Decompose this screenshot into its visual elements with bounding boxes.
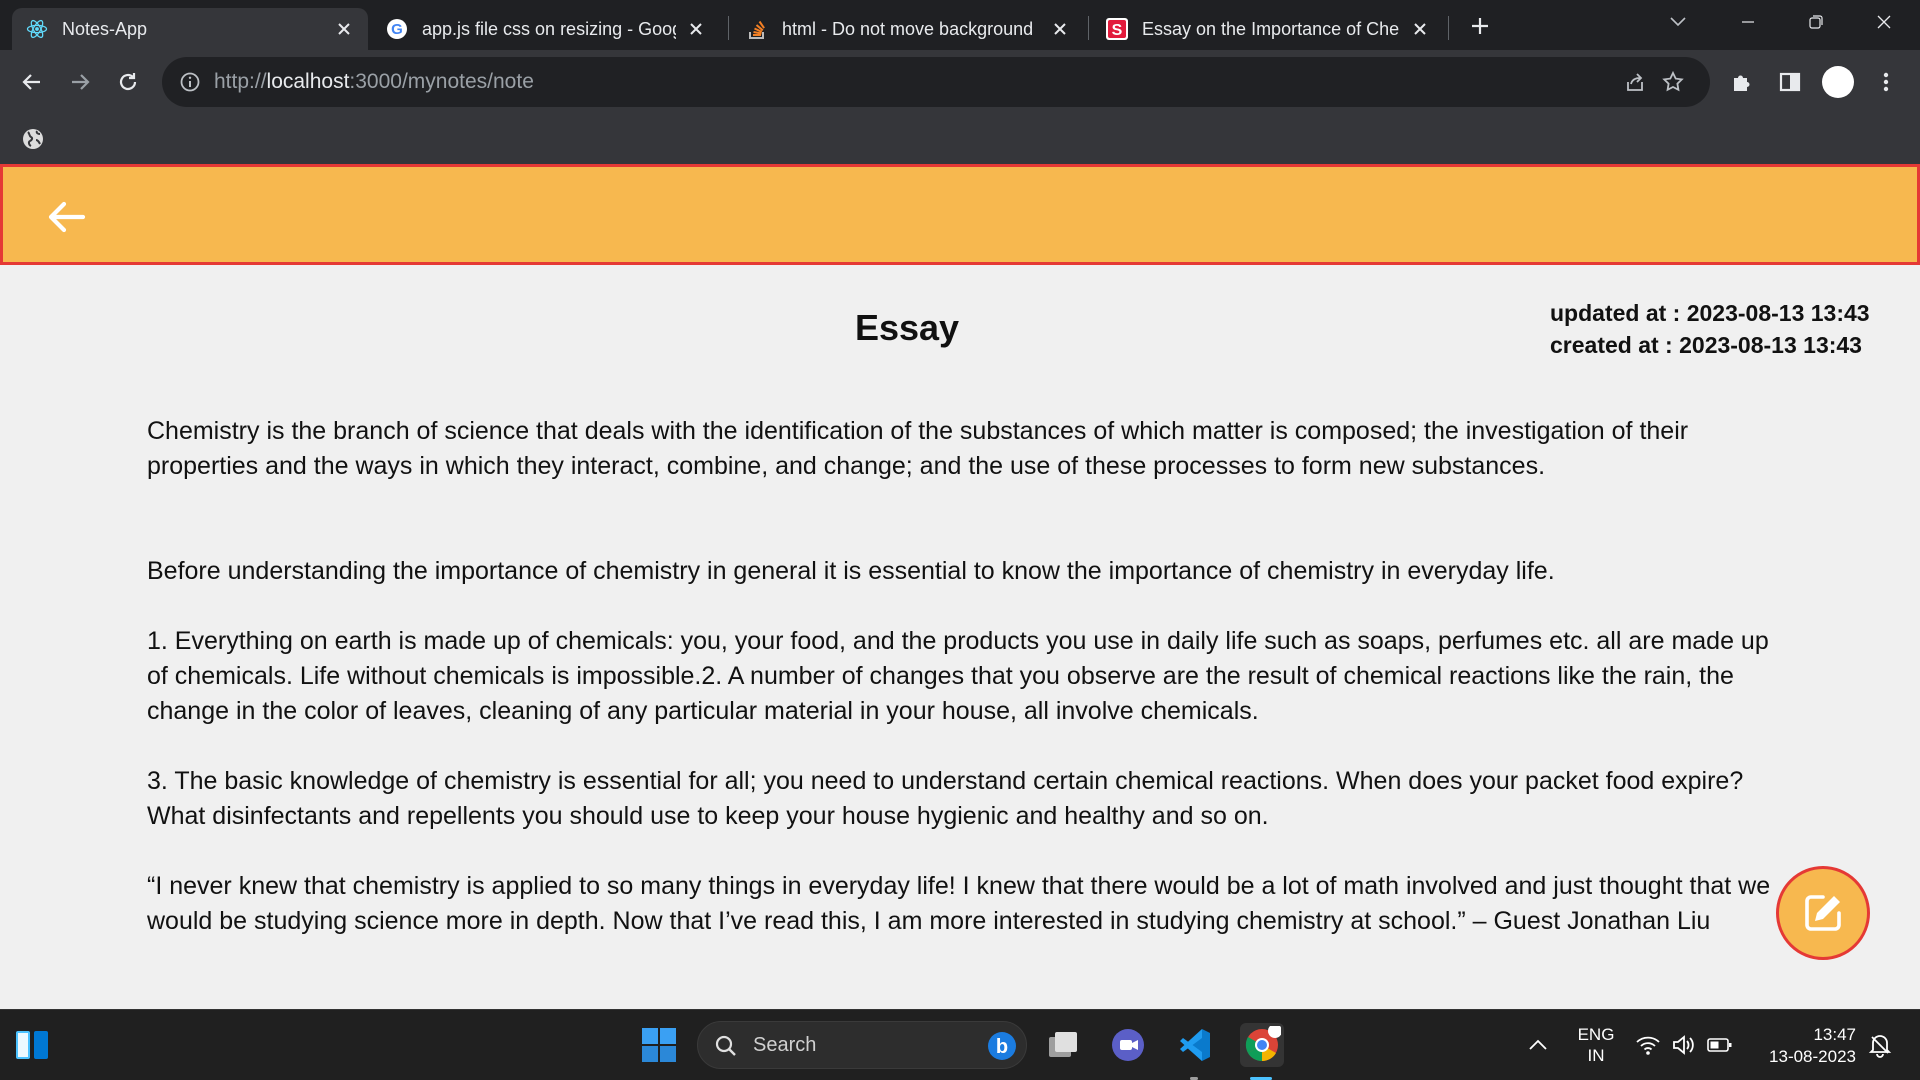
tab-notes-app[interactable]: Notes-App	[12, 8, 368, 50]
tab-essay[interactable]: S Essay on the Importance of Chem	[1092, 8, 1444, 50]
notification-bell-icon	[1868, 1035, 1892, 1058]
new-tab-button[interactable]	[1464, 10, 1496, 42]
tab-separator	[1448, 16, 1449, 40]
plus-icon	[1472, 18, 1488, 34]
restore-icon	[1809, 15, 1823, 29]
stackoverflow-icon	[746, 18, 768, 40]
start-button[interactable]	[637, 1023, 681, 1067]
edit-note-button[interactable]	[1776, 866, 1870, 960]
note-paragraph: Chemistry is the branch of science that …	[147, 417, 1689, 480]
back-button[interactable]	[43, 197, 89, 237]
profile-avatar[interactable]	[1822, 66, 1854, 98]
browser-toolbar: http://localhost:3000/mynotes/note	[0, 50, 1920, 114]
created-at: created at : 2023-08-13 13:43	[1550, 332, 1862, 358]
tab-separator	[1088, 16, 1089, 40]
restore-button[interactable]	[1786, 0, 1846, 44]
svg-text:b: b	[996, 1036, 1008, 1058]
puzzle-icon	[1734, 75, 1750, 91]
chrome-icon	[1245, 1026, 1281, 1062]
close-icon	[1877, 15, 1891, 29]
task-view-icon	[1049, 1032, 1077, 1057]
extensions-button[interactable]	[1724, 64, 1760, 100]
clock[interactable]: 13:47 13-08-2023	[1752, 1024, 1856, 1068]
svg-text:G: G	[391, 21, 403, 38]
chevron-down-icon	[1670, 17, 1686, 27]
side-panel-icon	[1779, 72, 1801, 92]
teams-chat-button[interactable]	[1106, 1023, 1150, 1067]
updated-at: updated at : 2023-08-13 13:43	[1550, 300, 1870, 326]
search-label: Search	[753, 1034, 817, 1056]
tab-google-search[interactable]: G app.js file css on resizing - Googl	[372, 8, 720, 50]
bookmark-star-button[interactable]	[1660, 69, 1686, 95]
chrome-button[interactable]	[1240, 1023, 1284, 1067]
search-icon	[715, 1035, 736, 1056]
taskbar: Search b ENG IN 13:47 13-08-2023	[0, 1009, 1920, 1080]
reload-button[interactable]	[110, 64, 146, 100]
share-icon	[1627, 73, 1643, 91]
forward-nav-button[interactable]	[62, 64, 98, 100]
back-nav-button[interactable]	[14, 64, 50, 100]
tab-title: html - Do not move background	[782, 18, 1034, 39]
address-bar[interactable]: http://localhost:3000/mynotes/note	[162, 57, 1710, 107]
side-panel-button[interactable]	[1772, 64, 1808, 100]
windows-icon	[642, 1028, 676, 1062]
language-indicator[interactable]: ENG IN	[1570, 1024, 1622, 1066]
notifications-button[interactable]	[1864, 1023, 1896, 1067]
browser-menu-button[interactable]	[1868, 64, 1904, 100]
google-icon: G	[386, 18, 408, 40]
url-text[interactable]: http://localhost:3000/mynotes/note	[214, 70, 534, 94]
battery-icon[interactable]	[1704, 1023, 1736, 1067]
volume-icon[interactable]	[1668, 1023, 1700, 1067]
globe-icon[interactable]	[20, 126, 46, 152]
svg-text:S: S	[1112, 22, 1123, 39]
tab-title: Notes-App	[62, 18, 148, 39]
tray-overflow-button[interactable]	[1516, 1023, 1560, 1067]
note-paragraph: 3. The basic knowledge of chemistry is e…	[147, 767, 1744, 830]
close-tab-icon[interactable]	[1410, 19, 1430, 39]
note-timestamps: updated at : 2023-08-13 13:43 created at…	[1550, 297, 1870, 361]
taskbar-search[interactable]: Search b	[697, 1021, 1027, 1069]
note-title: Essay	[854, 307, 960, 348]
close-tab-icon[interactable]	[334, 19, 354, 39]
tab-strip: Notes-App G app.js file css on resizing …	[0, 0, 1920, 50]
close-tab-icon[interactable]	[1050, 19, 1070, 39]
minimize-button[interactable]	[1718, 0, 1778, 44]
tab-title: app.js file css on resizing - Googl	[422, 18, 676, 39]
tab-stackoverflow[interactable]: html - Do not move background	[732, 8, 1084, 50]
minimize-icon	[1742, 21, 1754, 23]
note-paragraph: 1. Everything on earth is made up of che…	[147, 627, 1769, 725]
widgets-button[interactable]	[10, 1023, 54, 1067]
react-icon	[26, 18, 48, 40]
arrow-left-icon	[22, 74, 40, 90]
tab-separator	[728, 16, 729, 40]
widgets-icon	[16, 1031, 48, 1059]
share-button[interactable]	[1622, 69, 1648, 95]
chevron-up-icon	[1529, 1039, 1547, 1050]
app-header	[0, 164, 1920, 265]
edit-icon	[1805, 895, 1841, 931]
close-window-button[interactable]	[1854, 0, 1914, 44]
chat-icon	[1112, 1029, 1144, 1061]
more-vert-icon	[1883, 72, 1889, 92]
arrow-right-icon	[72, 74, 90, 90]
info-icon[interactable]	[178, 70, 202, 94]
bing-icon: b	[988, 1032, 1016, 1060]
s-brand-icon: S	[1106, 18, 1128, 40]
note-paragraph: Before understanding the importance of c…	[147, 557, 1555, 585]
reload-icon	[119, 73, 137, 91]
vscode-button[interactable]	[1172, 1023, 1216, 1067]
task-view-button[interactable]	[1041, 1023, 1085, 1067]
bookmarks-bar	[0, 114, 1920, 164]
star-icon	[1662, 70, 1684, 92]
arrow-left-icon	[48, 201, 86, 233]
wifi-icon[interactable]	[1632, 1023, 1664, 1067]
tab-search-button[interactable]	[1648, 0, 1708, 44]
tab-title: Essay on the Importance of Chem	[1142, 18, 1400, 39]
notes-page: Essay updated at : 2023-08-13 13:43 crea…	[0, 164, 1920, 1009]
clock-time: 13:47	[1813, 1025, 1856, 1044]
note-paragraph: “I never knew that chemistry is applied …	[147, 872, 1771, 935]
vscode-icon	[1180, 1029, 1210, 1061]
close-tab-icon[interactable]	[686, 19, 706, 39]
clock-date: 13-08-2023	[1769, 1047, 1856, 1066]
